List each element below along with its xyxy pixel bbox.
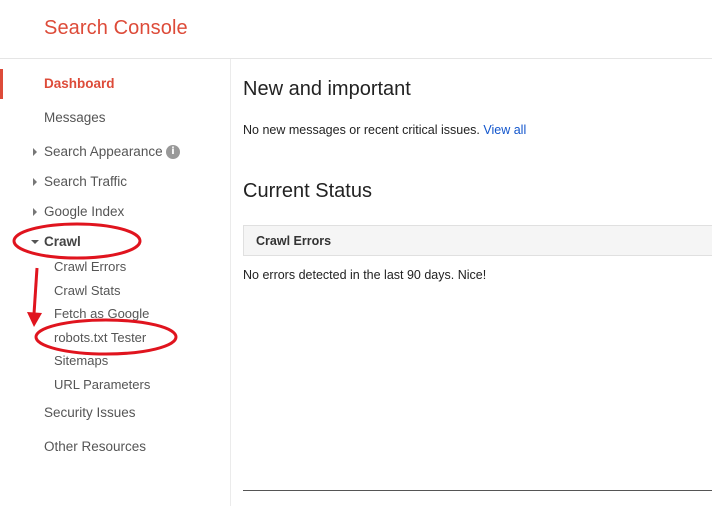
- chevron-right-icon[interactable]: [33, 208, 37, 216]
- chevron-right-icon[interactable]: [33, 148, 37, 156]
- view-all-link[interactable]: View all: [483, 123, 526, 137]
- sidebar-subitem-robots-tester[interactable]: robots.txt Tester: [54, 330, 146, 345]
- sidebar-item-other-resources[interactable]: Other Resources: [44, 439, 146, 454]
- new-messages-text: No new messages or recent critical issue…: [243, 123, 526, 137]
- crawl-errors-panel-header[interactable]: Crawl Errors: [243, 225, 712, 256]
- sidebar-subitem-crawl-errors[interactable]: Crawl Errors: [54, 259, 126, 274]
- sidebar-item-google-index[interactable]: Google Index: [44, 204, 124, 219]
- sidebar-item-security-issues[interactable]: Security Issues: [44, 405, 136, 420]
- sidebar-item-search-traffic[interactable]: Search Traffic: [44, 174, 127, 189]
- sidebar-item-dashboard[interactable]: Dashboard: [44, 76, 115, 91]
- current-status-heading: Current Status: [243, 180, 372, 202]
- sidebar-subitem-url-parameters[interactable]: URL Parameters: [54, 377, 150, 392]
- no-messages-text: No new messages or recent critical issue…: [243, 123, 480, 137]
- sidebar-divider: [230, 59, 231, 506]
- sidebar-item-search-appearance[interactable]: Search Appearance: [44, 144, 163, 159]
- crawl-errors-panel-title: Crawl Errors: [256, 234, 332, 248]
- app-title[interactable]: Search Console: [44, 17, 188, 40]
- sidebar-subitem-crawl-stats[interactable]: Crawl Stats: [54, 283, 120, 298]
- active-indicator: [0, 69, 3, 99]
- info-icon[interactable]: i: [166, 145, 180, 159]
- section-divider: [243, 490, 712, 491]
- chevron-right-icon[interactable]: [33, 178, 37, 186]
- sidebar-item-messages[interactable]: Messages: [44, 110, 106, 125]
- crawl-errors-message: No errors detected in the last 90 days. …: [243, 268, 487, 282]
- sidebar-subitem-fetch-as-google[interactable]: Fetch as Google: [54, 306, 149, 321]
- top-bar: Search Console: [0, 0, 712, 59]
- new-and-important-heading: New and important: [243, 78, 411, 100]
- sidebar-subitem-sitemaps[interactable]: Sitemaps: [54, 353, 108, 368]
- sidebar-item-crawl[interactable]: Crawl: [44, 234, 81, 249]
- chevron-down-icon[interactable]: [31, 240, 39, 244]
